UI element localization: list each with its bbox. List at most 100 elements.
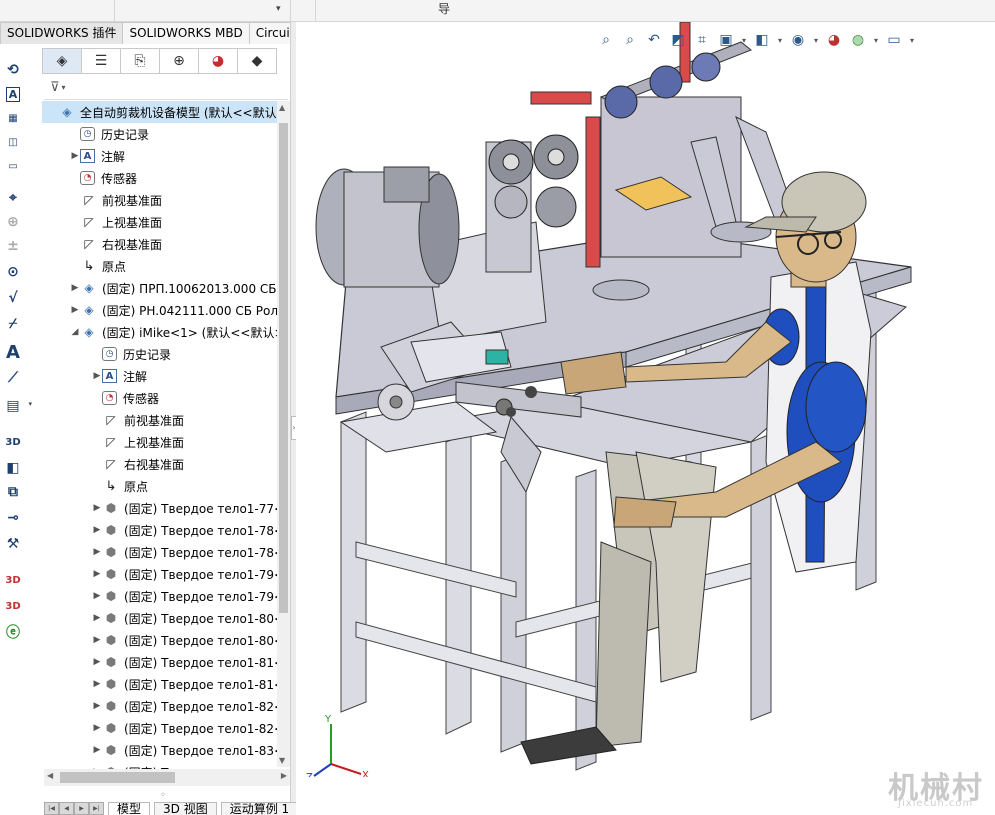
smart-dimension-icon[interactable]: ⟲ [2,60,24,80]
tree-row[interactable]: ◢ ◈ (固定) iMike<1> (默认<<默认>_ [42,321,279,343]
tree-row[interactable]: ◔ 传感器 [42,387,279,409]
tree-expander-icon[interactable]: ◢ [70,327,80,337]
tree-expander-icon[interactable]: ▶ [70,305,80,315]
publish-edrawings-icon[interactable]: 3D [2,570,24,590]
chevron-down-icon[interactable]: ▾ [776,30,784,50]
propertymanager-tab[interactable]: ☰ [81,48,121,74]
tree-expander-icon[interactable]: ▶ [92,745,102,755]
geometric-tolerance-icon[interactable]: ⊕ [2,212,24,232]
tree-row[interactable]: ◸ 右视基准面 [42,233,279,255]
section-view-icon[interactable]: ◩ [668,30,688,50]
tree-row[interactable]: ◸ 前视基准面 [42,189,279,211]
chevron-down-icon[interactable]: ▾ [872,30,880,50]
tree-expander-icon[interactable]: ▶ [92,635,102,645]
tree-expander-icon[interactable]: ▶ [92,569,102,579]
view-settings-icon[interactable]: ▭ [884,30,904,50]
tree-expander-icon[interactable]: ▶ [92,525,102,535]
tree-row[interactable]: ◸ 上视基准面 [42,211,279,233]
view-orientation-icon[interactable]: ▣ [716,30,736,50]
dynamic-annotation-icon[interactable]: ⌗ [692,30,712,50]
hide-show-icon[interactable]: ◉ [788,30,808,50]
filter-icon[interactable]: ⊽ [50,80,60,95]
chevron-down-icon[interactable]: ▾ [908,30,916,50]
displaymanager-tab[interactable]: ◕ [198,48,238,74]
scroll-down-icon[interactable]: ▼ [279,756,285,765]
tab-solidworks-addins[interactable]: SOLIDWORKS 插件 [0,22,124,44]
surface-finish-icon[interactable]: √ [2,288,24,308]
tree-row[interactable]: ▶ ⬢ (固定) Твердое тело1-80<1 [42,607,279,629]
dimxpertmanager-tab[interactable]: ⊕ [159,48,199,74]
auto-balloon-icon[interactable]: ◫ [2,132,24,152]
tree-row[interactable]: ◸ 前视基准面 [42,409,279,431]
tree-row[interactable]: ▶ ◈ (固定) ПРП.10062013.000 СБ Г [42,277,279,299]
balloon-icon[interactable]: ▦ [2,108,24,128]
tree-row[interactable]: ▶ ◈ (固定) PH.042111.000 СБ Роли [42,299,279,321]
tree-row[interactable]: ↳ 原点 [42,475,279,497]
tree-row[interactable]: ▶ ⬢ (固定) Твердое тело1-83<1 [42,739,279,761]
chevron-down-icon[interactable]: ▾ [812,30,820,50]
tree-row[interactable]: ▶ ⬢ (固定) Твердое тело1-82<2 [42,717,279,739]
centerline-icon[interactable]: ⟋ [2,368,24,388]
edit-appearance-icon[interactable]: ◕ [824,30,844,50]
configurationmanager-tab[interactable]: ⎘ [120,48,160,74]
zoom-to-fit-icon[interactable]: ⌕ [596,30,616,50]
publish-3dpdf-icon[interactable]: ⚒ [2,534,24,554]
tree-expander-icon[interactable]: ▶ [70,283,80,293]
chevron-down-icon[interactable]: ▾ [276,4,281,14]
scroll-up-icon[interactable]: ▲ [279,103,285,112]
tree-expander-icon[interactable]: ▶ [92,371,102,381]
tree-vertical-scrollbar[interactable]: ▲ ▼ [277,101,290,767]
text-icon[interactable]: A [2,342,24,363]
tree-row[interactable]: ◷ 历史记录 [42,343,279,365]
tree-row[interactable]: ◔ 传感器 [42,167,279,189]
tree-expander-icon[interactable]: ▶ [92,701,102,711]
datum-feature-icon[interactable]: ± [2,236,24,256]
table-icon[interactable]: ▤ ▾ [2,396,32,416]
tree-row[interactable]: ▶ ⬢ (固定) Твердое тело1-78<1 [42,519,279,541]
tree-expander-icon[interactable]: ▶ [92,723,102,733]
scroll-left-icon[interactable]: ◀ [47,771,53,780]
tree-row[interactable]: ↳ 原点 [42,255,279,277]
tree-row[interactable]: ▶ ⬢ (固定) Твердое тело1-81<2 [42,673,279,695]
section-view-icon[interactable]: ◧ [2,458,24,478]
panel-resize-grip[interactable]: ◦ [160,790,166,801]
tree-row[interactable]: ▶ ⬢ (固定) Твердое тело1-79<1 [42,563,279,585]
tree-expander-icon[interactable]: ▶ [70,151,80,161]
chevron-down-icon[interactable]: ▾ [62,83,66,92]
featuremanager-tab[interactable]: ◈ [42,48,82,74]
nav-first-icon[interactable]: |◀ [44,802,59,815]
pmi-icon[interactable]: ⊸ [2,508,24,528]
previous-view-icon[interactable]: ↶ [644,30,664,50]
hole-callout-icon[interactable]: ⌖ [2,188,24,208]
tab-model[interactable]: 模型 [108,802,151,815]
tree-expander-icon[interactable]: ▶ [92,591,102,601]
dimxpert-icon[interactable]: ⧉ [2,482,24,502]
camworks-tab[interactable]: ◆ [237,48,277,74]
graphics-area[interactable]: ⌕ ⌕ ↶ ◩ ⌗ ▣▾ ◧▾ ◉▾ ◕ ◍▾ ▭▾ Y X Z [296,22,995,815]
tree-row[interactable]: ◈ 全自动剪裁机设备模型 (默认<<默认>_ [42,101,279,123]
nav-next-icon[interactable]: ▶ [74,802,89,815]
nav-last-icon[interactable]: ▶| [89,802,104,815]
tree-row[interactable]: ▶ A 注解 [42,145,279,167]
tab-3d-view[interactable]: 3D 视图 [154,802,217,815]
display-style-icon[interactable]: ◧ [752,30,772,50]
scroll-right-icon[interactable]: ▶ [281,771,287,780]
tree-row[interactable]: ▶ ⬢ (固定) Твердое тело1-81<1 [42,651,279,673]
magnetic-line-icon[interactable]: ▭ [2,156,24,176]
tree-row[interactable]: ◷ 历史记录 [42,123,279,145]
filter-bar[interactable]: ⊽ ▾ [44,76,288,100]
tab-motion-study[interactable]: 运动算例 1 [220,802,299,815]
tree-expander-icon[interactable]: ▶ [92,657,102,667]
tree-row[interactable]: ▶ ⬢ (固定) Твердое тело1-79<2 [42,585,279,607]
tree-row[interactable]: ◸ 右视基准面 [42,453,279,475]
e-icon[interactable]: ⓔ [2,622,24,642]
datum-target-icon[interactable]: ⊙ [2,262,24,282]
tree-expander-icon[interactable]: ▶ [92,503,102,513]
scroll-thumb[interactable] [60,772,175,783]
apply-scene-icon[interactable]: ◍ [848,30,868,50]
zoom-to-area-icon[interactable]: ⌕ [620,30,640,50]
tree-expander-icon[interactable]: ▶ [92,613,102,623]
tree-row[interactable]: ▶ ⬢ (固定) Твердое тело1-78<2 [42,541,279,563]
tree-expander-icon[interactable]: ▶ [92,547,102,557]
tree-expander-icon[interactable]: ▶ [92,679,102,689]
